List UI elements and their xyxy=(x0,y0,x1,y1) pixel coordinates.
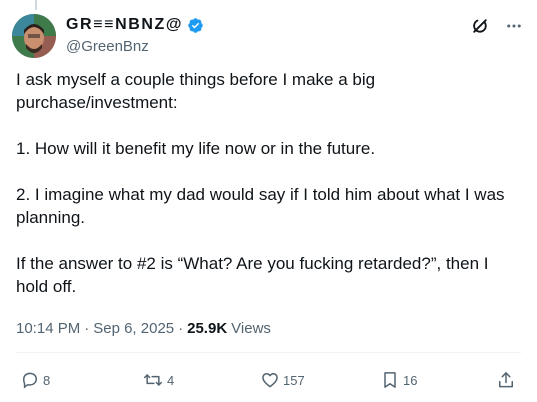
tweet-date[interactable]: Sep 6, 2025 xyxy=(93,320,174,337)
meta-separator: · xyxy=(178,320,184,337)
like-count: 157 xyxy=(283,372,305,388)
tweet-actions: 8 4 157 16 xyxy=(20,370,520,394)
bookmark-button[interactable]: 16 xyxy=(380,370,417,390)
author-display-name[interactable]: GR≡≡NBNZ@ xyxy=(66,16,183,34)
views-label: Views xyxy=(231,320,271,337)
repost-icon xyxy=(143,374,163,386)
avatar-image xyxy=(12,14,56,58)
tweet-paragraph: 2. I imagine what my dad would say if I … xyxy=(16,185,505,227)
bookmark-count: 16 xyxy=(403,372,418,388)
views-count[interactable]: 25.9K xyxy=(187,320,227,337)
reply-icon xyxy=(22,372,38,389)
reply-button[interactable]: 8 xyxy=(20,370,50,390)
more-icon[interactable] xyxy=(504,16,524,36)
grok-icon[interactable] xyxy=(470,16,490,36)
tweet-meta: 10:14 PM · Sep 6, 2025 · 25.9K Views xyxy=(16,320,271,337)
repost-count: 4 xyxy=(167,372,175,388)
verified-badge-icon[interactable] xyxy=(187,17,204,34)
repost-button[interactable]: 4 xyxy=(142,370,174,390)
author-handle[interactable]: @GreenBnz xyxy=(66,38,149,55)
meta-separator: · xyxy=(84,320,90,337)
tweet-paragraph: If the answer to #2 is “What? Are you fu… xyxy=(16,254,489,296)
tweet-time[interactable]: 10:14 PM xyxy=(16,320,80,337)
like-button[interactable]: 157 xyxy=(260,370,305,390)
bookmark-icon xyxy=(384,372,396,388)
heart-icon xyxy=(262,373,278,388)
reply-count: 8 xyxy=(43,372,51,388)
thread-connector-line xyxy=(35,0,37,10)
share-icon xyxy=(499,372,513,388)
divider xyxy=(16,352,521,353)
tweet-paragraph: I ask myself a couple things before I ma… xyxy=(16,70,376,112)
tweet-paragraph: 1. How will it benefit my life now or in… xyxy=(16,139,376,158)
tweet-text: I ask myself a couple things before I ma… xyxy=(16,68,524,298)
avatar[interactable] xyxy=(12,14,56,58)
share-button[interactable] xyxy=(496,370,516,390)
tweet-header: GR≡≡NBNZ@ @GreenBnz xyxy=(12,14,524,62)
